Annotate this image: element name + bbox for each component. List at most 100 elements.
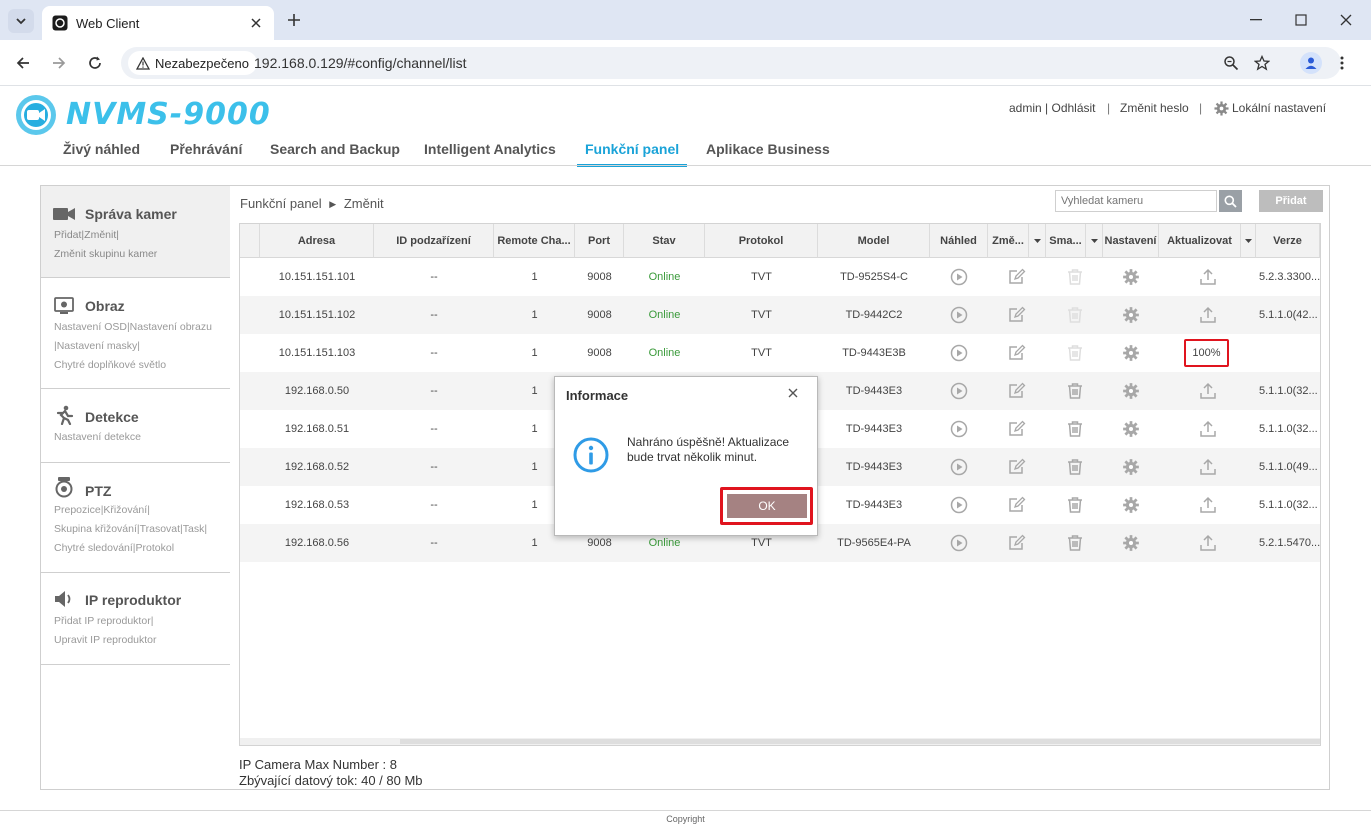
sidebar-link-add-speaker[interactable]: Přidat IP reproduktor| xyxy=(54,612,226,631)
settings-gear-icon[interactable] xyxy=(1122,458,1140,476)
edit-icon[interactable] xyxy=(1008,496,1026,514)
sidebar-link-preset-cruise[interactable]: Prepozice|Křižování| xyxy=(54,501,226,520)
play-preview-icon[interactable] xyxy=(950,268,968,286)
column-dropdown-icon[interactable] xyxy=(1241,224,1256,258)
ok-button[interactable]: OK xyxy=(727,494,807,518)
dialog-close-icon[interactable] xyxy=(784,384,802,402)
delete-trash-icon[interactable] xyxy=(1066,496,1084,514)
nav-playback[interactable]: Přehrávání xyxy=(170,141,242,157)
upload-update-icon[interactable] xyxy=(1199,496,1217,514)
browser-menu-icon[interactable] xyxy=(1332,53,1352,73)
column-dropdown-icon[interactable] xyxy=(1029,224,1046,258)
zoom-magnifier-icon[interactable] xyxy=(1221,53,1241,73)
table-row[interactable]: 10.151.151.102 -- 1 9008 Online TVT TD-9442C2 5… xyxy=(240,296,1320,334)
search-button[interactable] xyxy=(1219,190,1242,212)
column-header-zmenit[interactable]: Změ... xyxy=(988,224,1029,258)
table-row[interactable]: 10.151.151.101 -- 1 9008 Online TVT TD-9525S4-… xyxy=(240,258,1320,296)
window-close-icon[interactable] xyxy=(1336,10,1356,30)
column-header-remote-channel[interactable]: Remote Cha... xyxy=(494,224,575,258)
nav-business-apps[interactable]: Aplikace Business xyxy=(706,141,830,157)
edit-icon[interactable] xyxy=(1008,534,1026,552)
sidebar-section-ptz[interactable]: PTZ Prepozice|Křižování| Skupina křižová… xyxy=(41,463,230,573)
sidebar-section-ip-speaker[interactable]: IP reproduktor Přidat IP reproduktor| Up… xyxy=(41,573,230,665)
tab-close-icon[interactable] xyxy=(248,15,264,31)
column-header-id-podzarizeni[interactable]: ID podzařízení xyxy=(374,224,494,258)
play-preview-icon[interactable] xyxy=(950,306,968,324)
security-chip[interactable]: Nezabezpečeno xyxy=(128,51,257,75)
sidebar-link-add-change[interactable]: Přidat|Změnit| xyxy=(54,226,226,245)
edit-icon[interactable] xyxy=(1008,268,1026,286)
column-header-verze[interactable]: Verze xyxy=(1256,224,1320,258)
back-arrow-icon[interactable] xyxy=(13,53,33,73)
sidebar-section-camera-management[interactable]: Správa kamer Přidat|Změnit| Změnit skupi… xyxy=(41,186,230,278)
upload-update-icon[interactable] xyxy=(1199,268,1217,286)
column-header-nahled[interactable]: Náhled xyxy=(930,224,988,258)
new-tab-plus-icon[interactable] xyxy=(284,10,304,30)
breadcrumb-root[interactable]: Funkční panel xyxy=(240,196,322,211)
upload-update-icon[interactable] xyxy=(1199,306,1217,324)
settings-gear-icon[interactable] xyxy=(1122,534,1140,552)
settings-gear-icon[interactable] xyxy=(1122,420,1140,438)
sidebar-link-smart-light[interactable]: Chytré doplňkové světlo xyxy=(54,356,226,375)
delete-trash-icon[interactable] xyxy=(1066,420,1084,438)
sidebar-link-edit-speaker[interactable]: Upravit IP reproduktor xyxy=(54,631,226,650)
settings-gear-icon[interactable] xyxy=(1122,344,1140,362)
local-settings-link[interactable]: Lokální nastavení xyxy=(1232,101,1326,115)
edit-icon[interactable] xyxy=(1008,382,1026,400)
upload-update-icon[interactable] xyxy=(1199,458,1217,476)
sidebar-link-detection-settings[interactable]: Nastavení detekce xyxy=(54,428,226,447)
edit-icon[interactable] xyxy=(1008,420,1026,438)
sidebar-section-image[interactable]: Obraz Nastavení OSD|Nastavení obrazu |Na… xyxy=(41,278,230,389)
settings-gear-icon[interactable] xyxy=(1122,382,1140,400)
delete-trash-icon[interactable] xyxy=(1066,458,1084,476)
column-header-aktualizovat[interactable]: Aktualizovat xyxy=(1159,224,1241,258)
sidebar-link-smart-tracking[interactable]: Chytré sledování|Protokol xyxy=(54,539,226,558)
browser-tab[interactable]: Web Client xyxy=(42,6,274,40)
add-camera-button[interactable]: Přidat xyxy=(1259,190,1323,212)
camera-search-input[interactable] xyxy=(1055,190,1217,212)
sidebar-section-detection[interactable]: Detekce Nastavení detekce xyxy=(41,389,230,463)
play-preview-icon[interactable] xyxy=(950,382,968,400)
nav-intelligent-analytics[interactable]: Intelligent Analytics xyxy=(424,141,556,157)
settings-gear-icon[interactable] xyxy=(1122,306,1140,324)
edit-icon[interactable] xyxy=(1008,306,1026,324)
nav-function-panel[interactable]: Funkční panel xyxy=(576,141,688,167)
play-preview-icon[interactable] xyxy=(950,458,968,476)
bookmark-star-icon[interactable] xyxy=(1252,53,1272,73)
logout-link[interactable]: Odhlásit xyxy=(1051,101,1095,115)
column-header-smazat[interactable]: Sma... xyxy=(1046,224,1086,258)
nav-search-backup[interactable]: Search and Backup xyxy=(270,141,400,157)
play-preview-icon[interactable] xyxy=(950,420,968,438)
delete-trash-icon[interactable] xyxy=(1066,534,1084,552)
profile-avatar-icon[interactable] xyxy=(1300,52,1322,74)
column-header-stav[interactable]: Stav xyxy=(624,224,705,258)
column-dropdown-icon[interactable] xyxy=(1086,224,1103,258)
tab-list-chevron-icon[interactable] xyxy=(8,9,34,33)
scrollbar-thumb[interactable] xyxy=(400,739,1320,744)
delete-trash-icon[interactable] xyxy=(1066,382,1084,400)
edit-icon[interactable] xyxy=(1008,344,1026,362)
window-minimize-icon[interactable] xyxy=(1246,10,1266,30)
sidebar-link-osd-image[interactable]: Nastavení OSD|Nastavení obrazu xyxy=(54,318,226,337)
reload-icon[interactable] xyxy=(85,53,105,73)
change-password-link[interactable]: Změnit heslo xyxy=(1120,101,1189,115)
edit-icon[interactable] xyxy=(1008,458,1026,476)
upload-update-icon[interactable] xyxy=(1199,534,1217,552)
column-header-nastaveni[interactable]: Nastavení xyxy=(1103,224,1159,258)
nav-live-view[interactable]: Živý náhled xyxy=(63,141,140,157)
sidebar-link-cruise-group[interactable]: Skupina křižování|Trasovat|Task| xyxy=(54,520,226,539)
column-header-protokol[interactable]: Protokol xyxy=(705,224,818,258)
play-preview-icon[interactable] xyxy=(950,534,968,552)
upload-update-icon[interactable] xyxy=(1199,382,1217,400)
column-header-model[interactable]: Model xyxy=(818,224,930,258)
play-preview-icon[interactable] xyxy=(950,496,968,514)
gear-icon[interactable] xyxy=(1213,100,1229,116)
sidebar-link-mask[interactable]: |Nastavení masky| xyxy=(54,337,226,356)
play-preview-icon[interactable] xyxy=(950,344,968,362)
settings-gear-icon[interactable] xyxy=(1122,268,1140,286)
table-row[interactable]: 10.151.151.103 -- 1 9008 Online TVT TD-9443E3B… xyxy=(240,334,1320,372)
forward-arrow-icon[interactable] xyxy=(49,53,69,73)
window-maximize-icon[interactable] xyxy=(1291,10,1311,30)
column-header-port[interactable]: Port xyxy=(575,224,624,258)
column-header-adresa[interactable]: Adresa xyxy=(260,224,374,258)
